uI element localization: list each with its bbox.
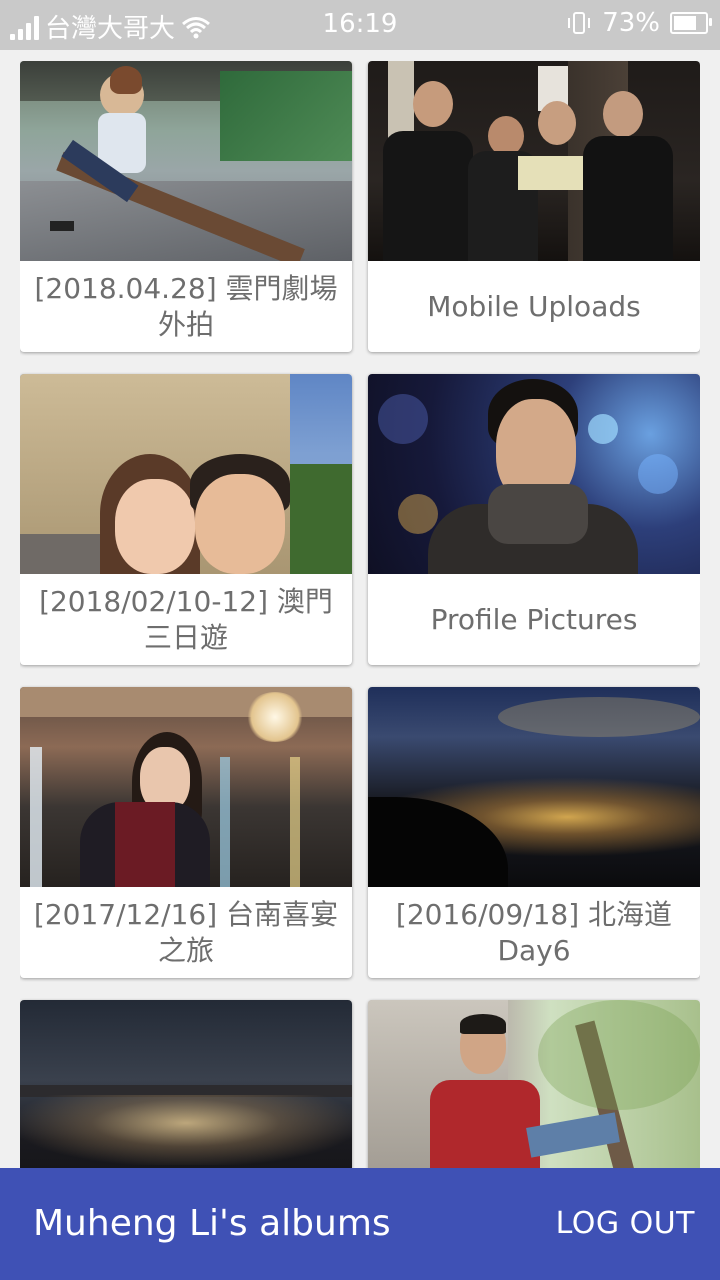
battery-percent: 73% — [602, 8, 660, 38]
logout-button[interactable]: LOG OUT — [556, 1206, 695, 1241]
album-card[interactable]: Mobile Uploads — [368, 61, 700, 352]
album-card[interactable]: [2017/12/16] 台南喜宴之旅 — [20, 687, 352, 978]
vibrate-icon — [568, 12, 591, 34]
couple-selfie-photo — [20, 374, 352, 574]
battery-icon — [670, 12, 712, 34]
woman-on-bench-photo — [20, 61, 352, 261]
album-card[interactable]: [2018.04.28] 雲門劇場外拍 — [20, 61, 352, 352]
album-title: [2016/09/18] 北海道Day6 — [395, 897, 673, 967]
woman-night-lights-photo — [20, 687, 352, 887]
night-city-view-photo — [368, 687, 700, 887]
city-night-skyline-photo — [20, 1000, 352, 1168]
album-title: [2018.04.28] 雲門劇場外拍 — [34, 271, 338, 341]
album-title: [2017/12/16] 台南喜宴之旅 — [33, 897, 339, 967]
man-portrait-photo — [368, 374, 700, 574]
album-grid[interactable]: [2018.04.28] 雲門劇場外拍 Mobile Uploads [2018… — [20, 61, 700, 1168]
album-card[interactable]: [2016/09/18] 北海道Day6 — [368, 687, 700, 978]
status-bar: 台灣大哥大 16:19 73% — [0, 0, 720, 50]
page-title: Muheng Li's albums — [33, 1203, 391, 1244]
group-photo — [368, 61, 700, 261]
album-card[interactable] — [20, 1000, 352, 1168]
man-sitting-tree-photo — [368, 1000, 700, 1168]
app-bar: Muheng Li's albums LOG OUT — [0, 1168, 720, 1280]
album-card[interactable] — [368, 1000, 700, 1168]
album-title: [2018/02/10-12] 澳門三日遊 — [39, 584, 333, 654]
album-card[interactable]: Profile Pictures — [368, 374, 700, 665]
album-title: Profile Pictures — [430, 602, 638, 636]
album-title: Mobile Uploads — [427, 289, 641, 323]
album-card[interactable]: [2018/02/10-12] 澳門三日遊 — [20, 374, 352, 665]
